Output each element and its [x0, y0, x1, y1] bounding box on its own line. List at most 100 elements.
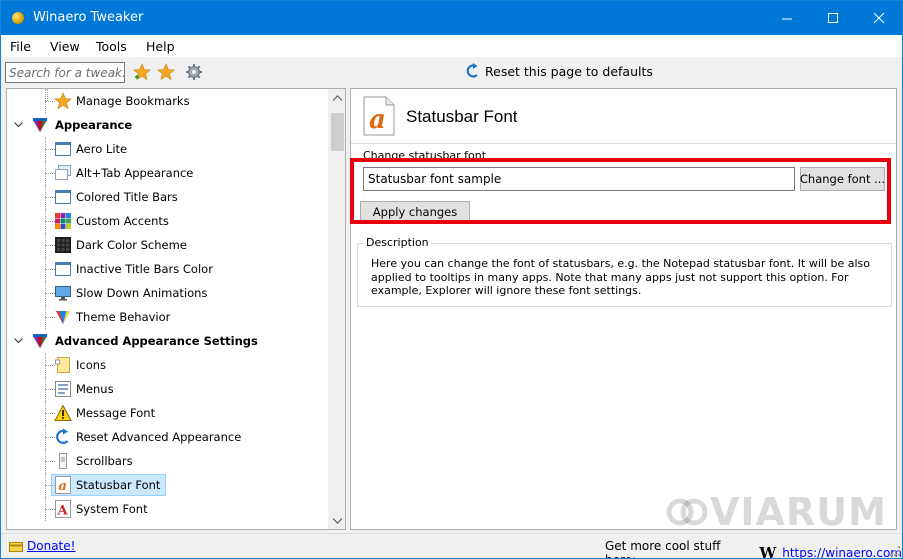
tree-category[interactable]: Advanced Appearance Settings — [7, 329, 329, 353]
maximize-button[interactable] — [810, 1, 856, 35]
menu-file[interactable]: File — [10, 39, 31, 54]
resize-grip-icon[interactable] — [890, 546, 900, 556]
appearance-icon — [31, 332, 49, 350]
winaero-url-link[interactable]: https://winaero.com — [782, 546, 902, 558]
change-font-button[interactable]: Change font ... — [800, 167, 885, 191]
font-a-icon: a — [54, 476, 72, 494]
tree-item[interactable]: Message Font — [7, 401, 329, 425]
tree-guide-line — [45, 449, 46, 473]
search-input[interactable]: Search for a tweak... — [5, 62, 125, 83]
tree-guide-line — [45, 425, 46, 449]
tree-item-label: System Font — [76, 502, 148, 516]
tree-item[interactable]: Scrollbars — [7, 449, 329, 473]
viarum-logo-icon — [666, 498, 708, 526]
tree-guide-line — [45, 281, 46, 305]
tree-item[interactable]: Manage Bookmarks — [7, 89, 329, 113]
window-icon — [54, 260, 72, 278]
scroll-up-button[interactable] — [329, 89, 345, 106]
tree-guide-line — [45, 353, 46, 377]
menu-view[interactable]: View — [50, 39, 80, 54]
chevron-up-icon — [333, 94, 342, 101]
reset-icon — [54, 428, 72, 446]
tree-item[interactable]: A System Font — [7, 497, 329, 521]
tree-item-label: Inactive Title Bars Color — [76, 262, 213, 276]
star-icon — [54, 92, 72, 110]
window-title: Winaero Tweaker — [33, 10, 144, 25]
add-bookmark-icon[interactable] — [133, 63, 151, 81]
tree-guide-line — [45, 257, 46, 281]
tree-item-label: Theme Behavior — [76, 310, 171, 324]
tree-item[interactable]: Alt+Tab Appearance — [7, 161, 329, 185]
tree-item[interactable]: Custom Accents — [7, 209, 329, 233]
tree-guide-line — [45, 137, 46, 161]
settings-gear-icon[interactable] — [185, 63, 203, 81]
promo-text: Get more cool stuff here: — [605, 539, 721, 558]
tree-category[interactable]: Appearance — [7, 113, 329, 137]
description-group: Description Here you can change the font… — [357, 236, 892, 307]
scrollbar-icon — [54, 452, 72, 470]
tree-item-label: Appearance — [55, 118, 133, 132]
svg-text:A: A — [57, 504, 69, 519]
menus-icon — [54, 380, 72, 398]
change-font-label: Change statusbar font — [363, 149, 487, 162]
apply-changes-button[interactable]: Apply changes — [360, 201, 470, 222]
tree-item-label: Dark Color Scheme — [76, 238, 187, 252]
tree-item[interactable]: Dark Color Scheme — [7, 233, 329, 257]
tree-item-label: Icons — [76, 358, 107, 372]
donate-link[interactable]: Donate! — [9, 539, 75, 553]
tweak-tree[interactable]: Manage Bookmarks Appearance Aero Lite Alt+T… — [6, 88, 346, 530]
font-A-icon: A — [54, 500, 72, 519]
menu-help[interactable]: Help — [146, 39, 175, 54]
scroll-thumb[interactable] — [331, 113, 344, 151]
maximize-icon — [827, 12, 838, 23]
tree-item[interactable]: Inactive Title Bars Color — [7, 257, 329, 281]
tree-item-label: Message Font — [76, 406, 156, 420]
toolbar: Search for a tweak... Reset this page to… — [1, 57, 902, 87]
title-bar: Winaero Tweaker — [1, 1, 902, 35]
app-window: Winaero Tweaker File View Tools Help Sea… — [0, 0, 903, 559]
watermark: VIARUM — [666, 490, 887, 534]
tree-item-label: Aero Lite — [76, 142, 128, 156]
tree-guide-line — [45, 89, 46, 113]
tree-item-label: Colored Title Bars — [76, 190, 178, 204]
tree-guide-line — [45, 161, 46, 185]
chevron-down-icon[interactable] — [13, 335, 24, 346]
svg-text:a: a — [59, 479, 67, 494]
reset-page-button[interactable]: Reset this page to defaults — [465, 63, 653, 79]
close-icon — [873, 12, 884, 23]
tree-item[interactable]: Slow Down Animations — [7, 281, 329, 305]
bookmarks-icon[interactable] — [157, 63, 175, 81]
tree-item[interactable]: Theme Behavior — [7, 305, 329, 329]
donate-label[interactable]: Donate! — [27, 539, 75, 553]
svg-text:a: a — [369, 105, 386, 135]
window-icon — [54, 140, 72, 158]
tree-item[interactable]: Colored Title Bars — [7, 185, 329, 209]
close-button[interactable] — [856, 1, 902, 35]
watermark-text: VIARUM — [710, 490, 887, 534]
winaero-logo-icon: W — [759, 544, 777, 559]
tree-guide-line — [45, 305, 46, 329]
donate-icon — [9, 541, 23, 552]
chevron-down-icon[interactable] — [13, 119, 24, 130]
menu-tools[interactable]: Tools — [96, 39, 127, 54]
tree-scrollbar[interactable] — [328, 89, 345, 529]
tree-guide-line — [45, 401, 46, 425]
menu-bar: File View Tools Help — [1, 35, 902, 57]
tree-guide-line — [45, 209, 46, 233]
reset-page-label: Reset this page to defaults — [485, 63, 653, 79]
tree-item[interactable]: Reset Advanced Appearance — [7, 425, 329, 449]
tree-guide-line — [45, 497, 46, 521]
reset-arrow-icon — [466, 63, 478, 78]
scroll-down-button[interactable] — [329, 512, 345, 529]
monitor-icon — [54, 284, 72, 302]
tree-item[interactable]: Icons — [7, 353, 329, 377]
page-header: a Statusbar Font — [351, 89, 896, 144]
tree-item-label: Manage Bookmarks — [76, 94, 190, 108]
tree-item-label: Alt+Tab Appearance — [76, 166, 194, 180]
tree-item[interactable]: Aero Lite — [7, 137, 329, 161]
tree-item-label: Reset Advanced Appearance — [76, 430, 242, 444]
window-icon — [54, 188, 72, 206]
minimize-button[interactable] — [764, 1, 810, 35]
tree-item[interactable]: a Statusbar Font — [7, 473, 329, 497]
tree-item[interactable]: Menus — [7, 377, 329, 401]
